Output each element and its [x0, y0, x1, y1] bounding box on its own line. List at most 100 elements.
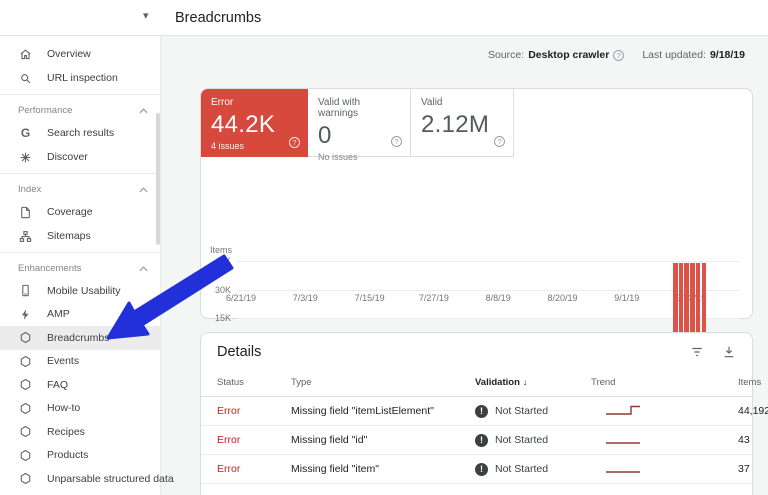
chevron-up-icon — [139, 180, 148, 198]
sidebar-item-label: FAQ — [47, 378, 69, 391]
sidebar-item-overview[interactable]: Overview — [0, 42, 160, 66]
error-card-help-icon[interactable]: ? — [289, 132, 300, 150]
sidebar-item-recipes[interactable]: Recipes — [0, 420, 160, 444]
sidebar-item-mobile-usability[interactable]: Mobile Usability — [0, 279, 160, 303]
sidebar-section-enhancements[interactable]: Enhancements — [0, 257, 160, 279]
valid-warnings-value: 0 — [318, 122, 332, 149]
x-tick-label: 8/8/19 — [485, 293, 511, 303]
sidebar-item-how-to[interactable]: How-to — [0, 397, 160, 421]
cell-status: Error — [217, 434, 241, 446]
sidebar-item-search-results[interactable]: G Search results — [0, 121, 160, 145]
items-bar-chart: Items 45K30K15K06/21/197/3/197/15/197/27… — [201, 157, 752, 361]
x-tick-label: 8/20/19 — [547, 293, 578, 303]
table-row[interactable]: Error Missing field "itemListElement" ! Not… — [201, 397, 768, 426]
sidebar-item-label: URL inspection — [47, 72, 118, 84]
cell-status: Error — [217, 405, 241, 417]
col-header-trend[interactable]: Trend — [591, 377, 738, 388]
section-label: Enhancements — [18, 262, 82, 274]
cell-type: Missing field "item" — [291, 463, 379, 475]
source-help-icon[interactable]: ? — [613, 49, 625, 61]
sidebar-item-url-inspection[interactable]: URL inspection — [0, 66, 160, 90]
sidebar-item-sitemaps[interactable]: Sitemaps — [0, 224, 160, 248]
error-card-value: 44.2K — [211, 111, 276, 138]
source-label: Source: — [488, 49, 525, 61]
help-icon[interactable]: ? — [289, 137, 300, 148]
validation-label: Not Started — [495, 434, 549, 446]
discover-icon — [18, 150, 33, 165]
valid-warnings-card[interactable]: Valid with warnings 0 No issues ? — [308, 89, 411, 162]
page-header: ▾ Breadcrumbs — [0, 0, 768, 36]
enhancement-icon — [18, 401, 33, 416]
enhancement-icon — [18, 330, 33, 345]
sidebar-item-breadcrumbs[interactable]: Breadcrumbs — [0, 326, 160, 350]
filter-icon[interactable] — [690, 345, 704, 359]
updated-value: 9/18/19 — [709, 49, 745, 61]
cell-validation: ! Not Started — [475, 462, 591, 476]
valid-warnings-label: Valid with warnings — [318, 97, 361, 119]
cell-trend-sparkline — [591, 431, 738, 450]
not-started-icon: ! — [475, 404, 488, 418]
chart-gridline — [237, 261, 740, 262]
sidebar-item-amp[interactable]: AMP — [0, 303, 160, 327]
sidebar-divider — [0, 94, 160, 95]
sidebar-item-label: Breadcrumbs — [47, 331, 110, 344]
not-started-icon: ! — [475, 433, 488, 447]
sidebar-item-unparsable-structured-data[interactable]: Unparsable structured data — [0, 467, 174, 491]
cell-items: 44,192 — [738, 405, 768, 417]
home-icon — [18, 47, 33, 62]
search-console-window: ▾ Breadcrumbs Overview URL inspection Perf… — [0, 0, 768, 495]
col-header-status[interactable]: Status — [217, 377, 291, 388]
sidebar-item-label: Sitemaps — [47, 230, 91, 242]
help-icon[interactable]: ? — [391, 136, 402, 147]
cell-type: Missing field "itemListElement" — [291, 405, 434, 417]
sidebar-item-label: Recipes — [47, 425, 85, 438]
error-card-label: Error — [211, 97, 234, 108]
source-value: Desktop crawler — [528, 49, 610, 61]
col-header-validation[interactable]: Validation ↓ — [475, 377, 591, 388]
details-table-header: Status Type Validation ↓ Trend Items — [201, 369, 761, 397]
section-label: Index — [18, 183, 42, 195]
chart-y-axis-label: Items — [210, 245, 233, 255]
sidebar-item-label: How-to — [47, 402, 81, 415]
x-tick-label: 9/1/19 — [614, 293, 640, 303]
sidebar-divider — [0, 252, 160, 253]
section-label: Performance — [18, 104, 73, 116]
chevron-up-icon — [139, 259, 148, 277]
sidebar-item-coverage[interactable]: Coverage — [0, 200, 160, 224]
sidebar-item-label: Search results — [47, 127, 115, 139]
details-table-body: Error Missing field "itemListElement"! Not… — [201, 397, 768, 484]
valid-card[interactable]: Valid 2.12M ? — [411, 89, 514, 157]
download-icon[interactable] — [722, 345, 736, 359]
valid-warnings-help-icon[interactable]: ? — [391, 131, 402, 149]
sidebar-item-label: Unparsable structured data — [47, 472, 174, 485]
details-panel: Details Status Type Validation ↓ Trend It… — [200, 332, 768, 495]
enhancement-icon — [18, 377, 33, 392]
sidebar-item-discover[interactable]: Discover — [0, 145, 160, 169]
col-header-items[interactable]: Items — [738, 377, 761, 388]
table-row[interactable]: Error Missing field "item"! Not Started 37 — [201, 455, 752, 484]
details-title: Details — [217, 344, 262, 360]
cell-validation: ! Not Started — [475, 404, 591, 418]
valid-card-label: Valid — [421, 97, 443, 108]
property-dropdown-caret[interactable]: ▾ — [143, 9, 149, 22]
x-tick-label: 7/27/19 — [418, 293, 449, 303]
help-icon[interactable]: ? — [494, 136, 505, 147]
sidebar-item-faq[interactable]: FAQ — [0, 373, 160, 397]
col-header-type[interactable]: Type — [291, 377, 475, 388]
report-toolbar: Source: Desktop crawler ? Last updated: … — [161, 36, 768, 76]
valid-card-help-icon[interactable]: ? — [494, 131, 505, 149]
sidebar-section-performance[interactable]: Performance — [0, 99, 160, 121]
cell-items: 43 — [738, 434, 750, 446]
sidebar-section-index[interactable]: Index — [0, 178, 160, 200]
sidebar-item-label: Mobile Usability — [47, 284, 121, 297]
sidebar-nav: Overview URL inspection Performance G Search… — [0, 0, 174, 495]
sidebar-item-label: Products — [47, 449, 89, 462]
error-card[interactable]: Error 44.2K 4 issues ? — [201, 89, 308, 157]
table-row[interactable]: Error Missing field "id"! Not Started 43 — [201, 426, 752, 455]
updated-label: Last updated: — [642, 49, 706, 61]
chart-gridline — [237, 318, 740, 320]
cell-type: Missing field "id" — [291, 434, 368, 446]
enhancement-icon — [18, 354, 33, 369]
sidebar-item-events[interactable]: Events — [0, 350, 160, 374]
sidebar-item-products[interactable]: Products — [0, 444, 160, 468]
